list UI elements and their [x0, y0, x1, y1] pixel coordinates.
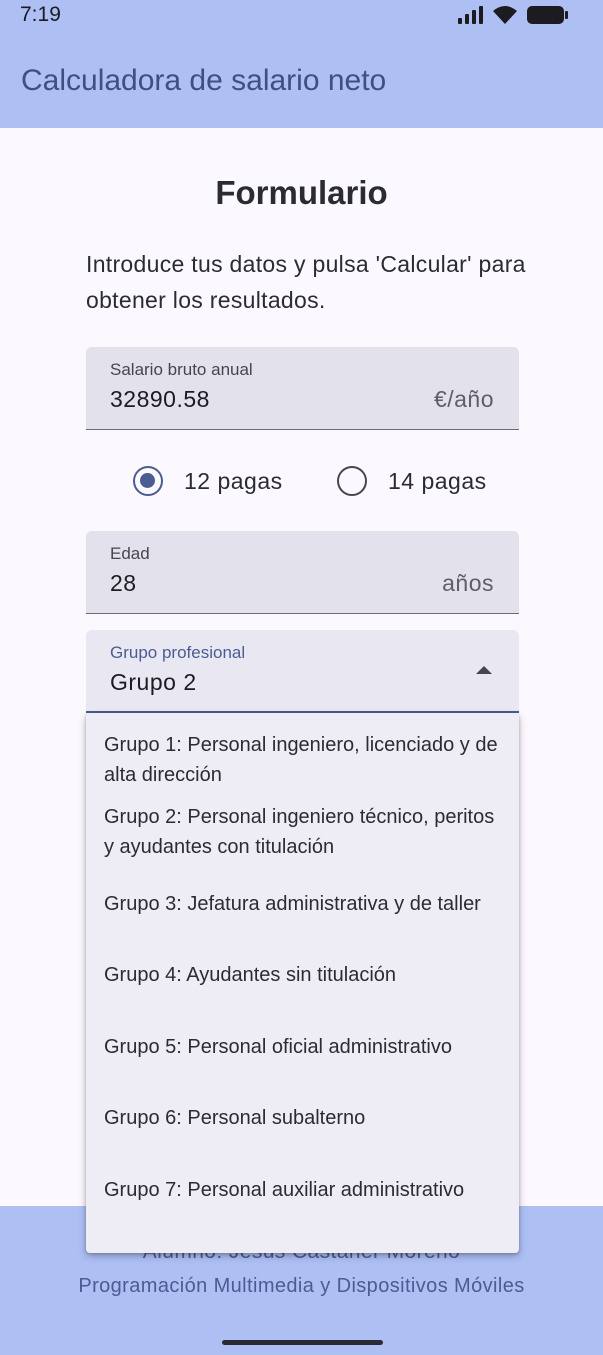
group-dropdown[interactable]: Grupo profesional Grupo 2 [86, 630, 519, 713]
menu-item-grupo-6[interactable]: Grupo 6: Personal subalterno [104, 1103, 504, 1133]
footer-course: Programación Multimedia y Dispositivos M… [78, 1275, 525, 1297]
age-label: Edad [110, 544, 150, 563]
group-label: Grupo profesional [110, 643, 246, 662]
menu-item-grupo-1[interactable]: Grupo 1: Personal ingeniero, licenciado … [104, 730, 504, 790]
salary-field[interactable]: Salario bruto anual 32890.58 €/año [86, 347, 519, 430]
signal-icon [458, 6, 483, 24]
radio-12-pagas-label: 12 pagas [184, 467, 283, 494]
home-indicator[interactable] [222, 1340, 383, 1345]
menu-item-grupo-4[interactable]: Grupo 4: Ayudantes sin titulación [104, 960, 504, 990]
status-time: 7:19 [20, 3, 61, 26]
menu-item-grupo-7[interactable]: Grupo 7: Personal auxiliar administrativ… [104, 1175, 504, 1205]
age-value[interactable]: 28 [110, 570, 137, 597]
form-title: Formulario [215, 174, 388, 211]
wifi-icon [493, 6, 517, 24]
menu-item-grupo-3[interactable]: Grupo 3: Jefatura administrativa y de ta… [104, 889, 504, 919]
radio-12-pagas-circle[interactable] [133, 466, 163, 496]
menu-item-grupo-5[interactable]: Grupo 5: Personal oficial administrativo [104, 1032, 504, 1062]
salary-value[interactable]: 32890.58 [110, 386, 210, 413]
age-field[interactable]: Edad 28 años [86, 531, 519, 614]
app-title: Calculadora de salario neto [21, 64, 387, 97]
form-intro: Introduce tus datos y pulsa 'Calcular' p… [86, 251, 526, 313]
age-suffix: años [442, 570, 494, 596]
salary-label: Salario bruto anual [110, 360, 253, 379]
group-value[interactable]: Grupo 2 [110, 669, 197, 696]
payments-radio-group: 12 pagas 14 pagas [0, 460, 603, 502]
group-dropdown-menu: Grupo 1: Personal ingeniero, licenciado … [86, 713, 519, 1253]
dropdown-arrow-icon[interactable] [476, 666, 492, 674]
radio-14-pagas-circle[interactable] [337, 466, 367, 496]
radio-14-pagas-label: 14 pagas [388, 467, 487, 494]
menu-item-grupo-2[interactable]: Grupo 2: Personal ingeniero técnico, per… [104, 802, 504, 862]
salary-suffix: €/año [433, 386, 494, 412]
radio-12-pagas[interactable]: 12 pagas [133, 466, 283, 496]
battery-icon [527, 6, 568, 24]
status-bar: 7:19 [0, 0, 603, 30]
app-bar: Calculadora de salario neto [0, 30, 603, 128]
status-icons [457, 5, 569, 25]
radio-14-pagas[interactable]: 14 pagas [337, 466, 487, 496]
